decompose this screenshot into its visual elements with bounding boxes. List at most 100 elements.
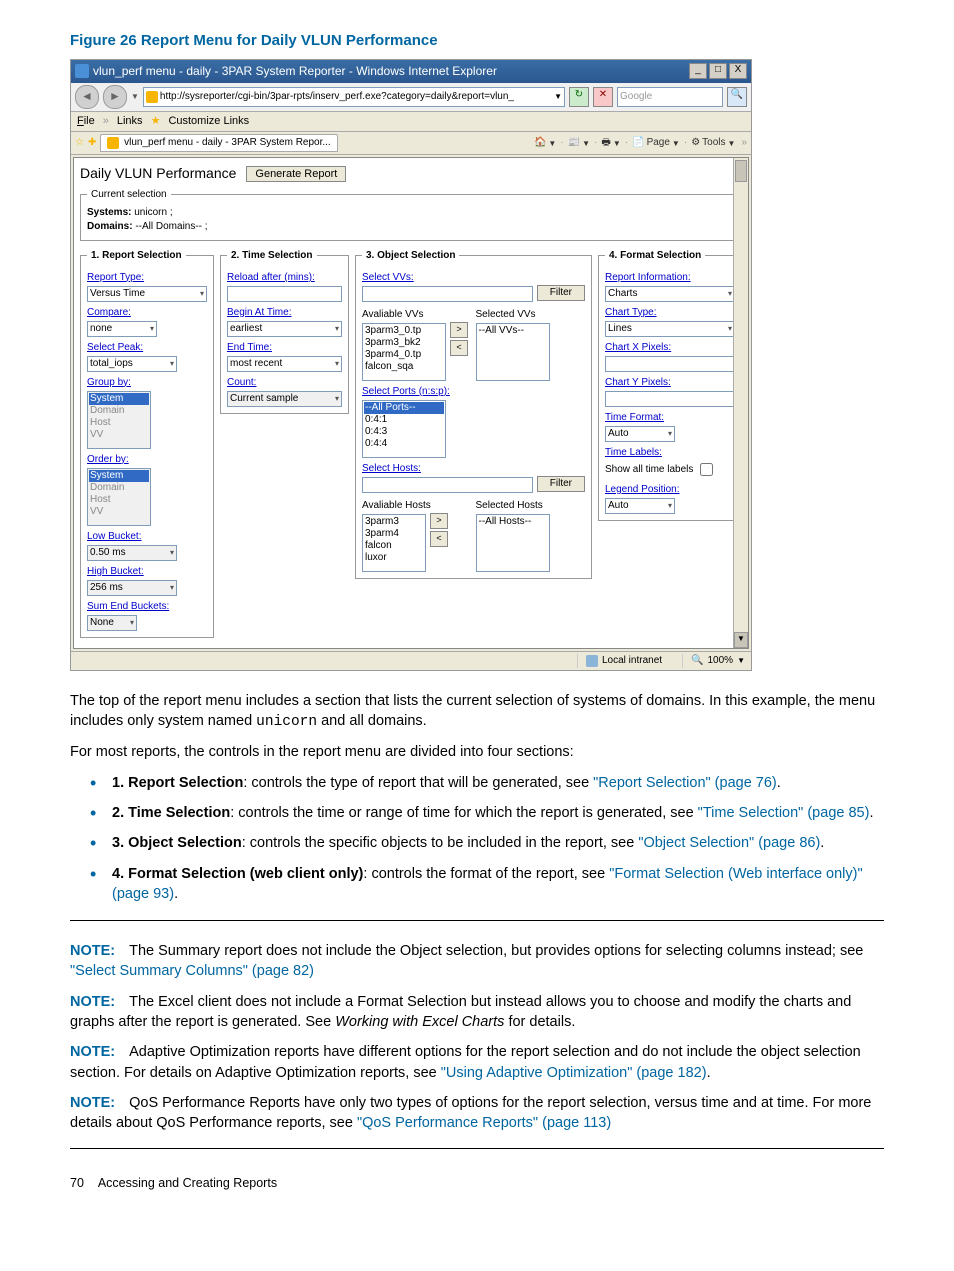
order-by-listbox[interactable]: System Domain Host VV (87, 468, 151, 526)
list-item[interactable]: Domain (89, 405, 149, 417)
ports-listbox[interactable]: --All Ports-- 0:4:1 0:4:3 0:4:4 (362, 400, 446, 458)
list-item[interactable]: 3parm3_0.tp (364, 325, 444, 337)
report-info-select[interactable]: Charts (605, 286, 735, 302)
scrollbar-thumb[interactable] (735, 160, 747, 182)
select-vvs-label[interactable]: Select VVs: (362, 271, 585, 285)
star-icon[interactable]: ☆ (75, 136, 84, 150)
list-item[interactable]: Host (89, 417, 149, 429)
host-filter-input[interactable] (362, 477, 533, 493)
home-icon[interactable]: 🏠 (534, 136, 546, 150)
browser-tab[interactable]: vlun_perf menu - daily - 3PAR System Rep… (100, 134, 337, 152)
select-hosts-label[interactable]: Select Hosts: (362, 462, 585, 476)
chart-type-select[interactable]: Lines (605, 321, 735, 337)
vv-filter-button[interactable]: Filter (537, 285, 585, 301)
link-time-selection[interactable]: "Time Selection" (page 85) (698, 805, 870, 821)
search-input[interactable]: Google (617, 87, 723, 107)
host-add-button[interactable]: > (430, 513, 448, 529)
search-go-button[interactable]: 🔍 (727, 87, 747, 107)
maximize-button[interactable]: □ (709, 63, 727, 79)
link-object-selection[interactable]: "Object Selection" (page 86) (638, 835, 820, 851)
link-qos-reports[interactable]: "QoS Performance Reports" (page 113) (357, 1115, 611, 1131)
end-time-select[interactable]: most recent (227, 356, 342, 372)
count-select[interactable]: Current sample (227, 391, 342, 407)
host-remove-button[interactable]: < (430, 531, 448, 547)
begin-time-label[interactable]: Begin At Time: (227, 306, 342, 320)
low-bucket-label[interactable]: Low Bucket: (87, 530, 207, 544)
back-button[interactable]: ◄ (75, 85, 99, 109)
tools-menu-icon[interactable]: ⚙ (691, 136, 700, 150)
list-item[interactable]: falcon (364, 540, 424, 552)
list-item[interactable]: VV (89, 506, 149, 518)
legend-position-select[interactable]: Auto (605, 498, 675, 514)
vv-filter-input[interactable] (362, 286, 533, 302)
print-icon[interactable]: 🖶 (601, 136, 610, 150)
list-item[interactable]: System (89, 470, 149, 482)
begin-time-select[interactable]: earliest (227, 321, 342, 337)
order-by-label[interactable]: Order by: (87, 453, 207, 467)
selected-hosts-listbox[interactable]: --All Hosts-- (476, 514, 550, 572)
file-menu[interactable]: File (77, 114, 95, 129)
forward-button[interactable]: ► (103, 85, 127, 109)
list-item[interactable]: Host (89, 494, 149, 506)
list-item[interactable]: 0:4:3 (364, 426, 444, 438)
report-type-label[interactable]: Report Type: (87, 271, 207, 285)
sum-end-label[interactable]: Sum End Buckets: (87, 600, 207, 614)
time-labels-label[interactable]: Time Labels: (605, 446, 735, 460)
address-input[interactable]: http://sysreporter/cgi-bin/3par-rpts/ins… (143, 87, 565, 107)
select-ports-label[interactable]: Select Ports (n:s:p): (362, 385, 585, 399)
end-time-label[interactable]: End Time: (227, 341, 342, 355)
group-by-listbox[interactable]: System Domain Host VV (87, 391, 151, 449)
close-button[interactable]: X (729, 63, 747, 79)
list-item[interactable]: 3parm4_0.tp (364, 349, 444, 361)
time-format-select[interactable]: Auto (605, 426, 675, 442)
scrollbar-down-arrow[interactable]: ▼ (734, 632, 748, 648)
list-item[interactable]: 3parm4 (364, 528, 424, 540)
chart-y-input[interactable] (605, 391, 735, 407)
link-report-selection[interactable]: "Report Selection" (page 76) (593, 775, 777, 791)
show-all-labels-checkbox[interactable] (700, 463, 713, 476)
sum-end-select[interactable]: None (87, 615, 137, 631)
list-item[interactable]: --All Ports-- (364, 402, 444, 414)
customize-links[interactable]: Customize Links (168, 114, 249, 129)
zoom-icon[interactable]: 🔍 (691, 654, 703, 668)
list-item[interactable]: 3parm3_bk2 (364, 337, 444, 349)
group-by-label[interactable]: Group by: (87, 376, 207, 390)
tools-menu[interactable]: Tools (702, 136, 725, 150)
report-type-select[interactable]: Versus Time (87, 286, 207, 302)
vv-add-button[interactable]: > (450, 322, 468, 338)
high-bucket-label[interactable]: High Bucket: (87, 565, 207, 579)
list-item[interactable]: VV (89, 429, 149, 441)
legend-position-label[interactable]: Legend Position: (605, 483, 735, 497)
vv-remove-button[interactable]: < (450, 340, 468, 356)
chart-x-label[interactable]: Chart X Pixels: (605, 341, 735, 355)
compare-label[interactable]: Compare: (87, 306, 207, 320)
zoom-level[interactable]: 100% (708, 654, 734, 668)
available-hosts-listbox[interactable]: 3parm3 3parm4 falcon luxor (362, 514, 426, 572)
select-peak-label[interactable]: Select Peak: (87, 341, 207, 355)
reload-after-input[interactable] (227, 286, 342, 302)
list-item[interactable]: luxor (364, 552, 424, 564)
available-vvs-listbox[interactable]: 3parm3_0.tp 3parm3_bk2 3parm4_0.tp falco… (362, 323, 446, 381)
compare-select[interactable]: none (87, 321, 157, 337)
list-item[interactable]: Domain (89, 482, 149, 494)
zoom-dropdown-icon[interactable]: ▼ (737, 655, 745, 666)
high-bucket-select[interactable]: 256 ms (87, 580, 177, 596)
chart-y-label[interactable]: Chart Y Pixels: (605, 376, 735, 390)
list-item[interactable]: 0:4:4 (364, 438, 444, 450)
host-filter-button[interactable]: Filter (537, 476, 585, 492)
list-item[interactable]: System (89, 393, 149, 405)
stop-button[interactable]: ✕ (593, 87, 613, 107)
list-item[interactable]: --All VVs-- (478, 325, 548, 337)
list-item[interactable]: 0:4:1 (364, 414, 444, 426)
low-bucket-select[interactable]: 0.50 ms (87, 545, 177, 561)
count-label[interactable]: Count: (227, 376, 342, 390)
feeds-icon[interactable]: 📰 (568, 136, 580, 150)
page-menu-icon[interactable]: 📄 (632, 136, 644, 150)
list-item[interactable]: --All Hosts-- (478, 516, 548, 528)
select-peak-select[interactable]: total_iops (87, 356, 177, 372)
chart-x-input[interactable] (605, 356, 735, 372)
links-menu[interactable]: Links (117, 114, 143, 129)
vertical-scrollbar[interactable]: ▼ (733, 158, 748, 648)
link-adaptive-optimization[interactable]: "Using Adaptive Optimization" (page 182) (441, 1065, 707, 1081)
minimize-button[interactable]: _ (689, 63, 707, 79)
